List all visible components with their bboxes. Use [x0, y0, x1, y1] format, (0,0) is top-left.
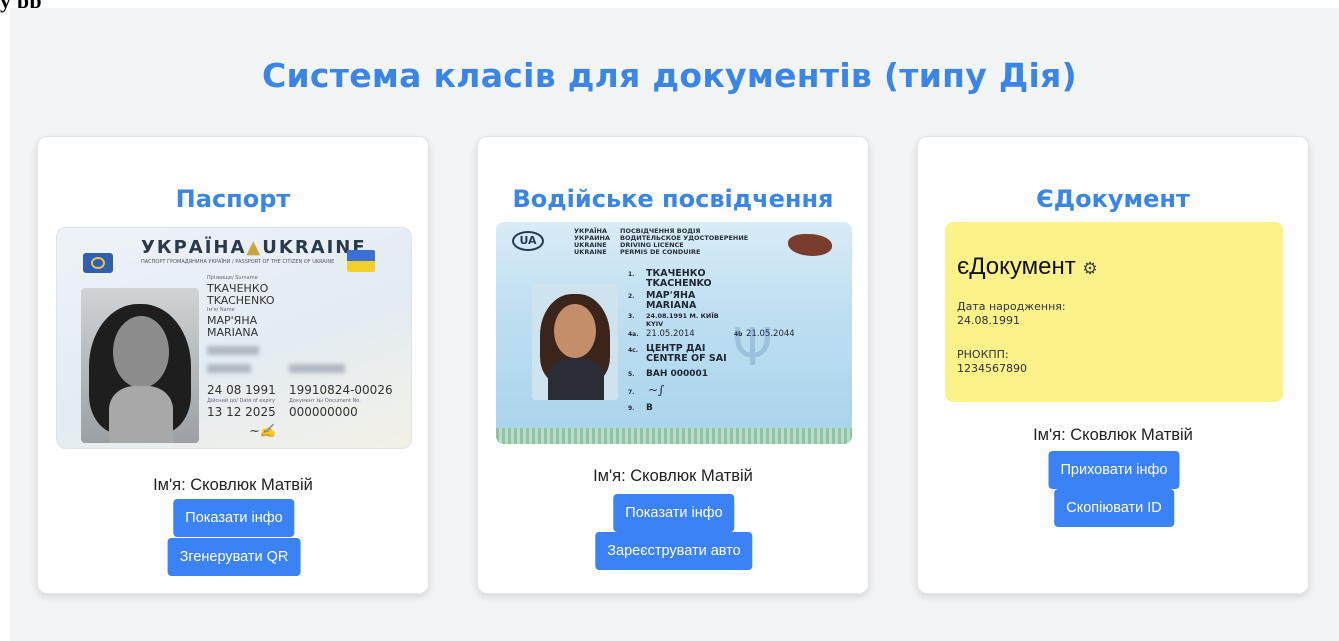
surname-label: Прізвище/ Surname	[207, 275, 258, 281]
given-uk: МАР'ЯНА	[207, 314, 258, 327]
blurred-field	[207, 346, 259, 355]
trident-icon: ⚙	[1082, 259, 1098, 278]
show-info-button[interactable]: Показати інфо	[173, 499, 295, 537]
ua-badge: UA	[512, 231, 544, 251]
signature-icon: ~∫	[648, 383, 665, 397]
licence-photo	[532, 284, 618, 400]
signature-icon: ~✍	[249, 424, 277, 439]
passport-card: Паспорт УКРАЇНА▲UKRAINE ПАСПОРТ ГРОМАДЯН…	[37, 136, 429, 594]
expiry-date: 13 12 2025	[207, 405, 276, 419]
card-title: Паспорт	[175, 185, 291, 213]
trident-watermark-icon: Ψ	[732, 318, 773, 378]
ukraine-map-icon	[788, 234, 832, 256]
driving-licence-card: Водійське посвідчення UA УКРАЇНА УКРАИНА U…	[477, 136, 869, 594]
copy-id-button[interactable]: Скопіювати ID	[1054, 489, 1174, 527]
given-label: Ім'я/ Name	[207, 307, 235, 313]
edocument-image: єДокумент ⚙ Дата народження: 24.08.1991 …	[945, 222, 1283, 402]
passport-subtitle: ПАСПОРТ ГРОМАДЯНИНА УКРАЇНИ / PASSPORT O…	[141, 259, 335, 265]
docno-label: Документ №/ Document No.	[289, 398, 361, 404]
passport-image: УКРАЇНА▲UKRAINE ПАСПОРТ ГРОМАДЯНИНА УКРА…	[56, 227, 412, 449]
generate-qr-button[interactable]: Згенерувати QR	[167, 538, 301, 576]
edocument-card: ЄДокумент єДокумент ⚙ Дата народження: 2…	[917, 136, 1309, 594]
tax-value: 1234567890	[957, 362, 1027, 375]
tax-label: РНОКПП:	[957, 348, 1009, 361]
record-number: 19910824-00026	[289, 383, 393, 397]
expiry-label: Дійсний до/ Date of expiry	[207, 398, 275, 404]
licence-bottom-pattern	[496, 428, 852, 444]
passport-emblem-icon	[83, 253, 113, 273]
show-info-button[interactable]: Показати інфо	[613, 494, 735, 532]
licence-header-right: ПОСВІДЧЕННЯ ВОДІЯ ВОДИТЕЛЬСКОЕ УДОСТОВЕРЕ…	[620, 227, 749, 257]
surname-uk: ТКАЧЕНКО	[207, 282, 269, 295]
passport-country: УКРАЇНА▲UKRAINE	[141, 237, 367, 258]
birth-value: 24.08.1991	[957, 314, 1020, 327]
card-title: ЄДокумент	[1036, 185, 1190, 213]
blurred-field	[207, 364, 251, 373]
passport-photo	[81, 288, 199, 443]
given-en: MARIANA	[207, 326, 259, 339]
surname-en: TKACHENKO	[207, 294, 275, 307]
card-title: Водійське посвідчення	[512, 185, 834, 213]
document-number: 000000000	[289, 405, 358, 419]
ukraine-flag-icon	[347, 250, 375, 272]
edocument-heading: єДокумент ⚙	[957, 253, 1098, 280]
page-title: Система класів для документів (типу Дія)	[261, 56, 1078, 95]
owner-name: Ім'я: Сковлюк Матвій	[1033, 426, 1193, 444]
birth-date: 24 08 1991	[207, 383, 276, 397]
licence-header-left: УКРАЇНА УКРАИНА UKRAINE UKRAINE	[574, 227, 611, 257]
hide-info-button[interactable]: Приховати інфо	[1048, 451, 1180, 489]
birth-label: Дата народження:	[957, 300, 1066, 313]
driving-licence-image: UA УКРАЇНА УКРАИНА UKRAINE UKRAINE ПОСВІДЧЕ…	[496, 222, 852, 444]
blurred-field	[289, 364, 345, 373]
owner-name: Ім'я: Сковлюк Матвій	[153, 476, 313, 494]
register-car-button[interactable]: Зареєструвати авто	[595, 532, 753, 570]
owner-name: Ім'я: Сковлюк Матвій	[593, 467, 753, 485]
